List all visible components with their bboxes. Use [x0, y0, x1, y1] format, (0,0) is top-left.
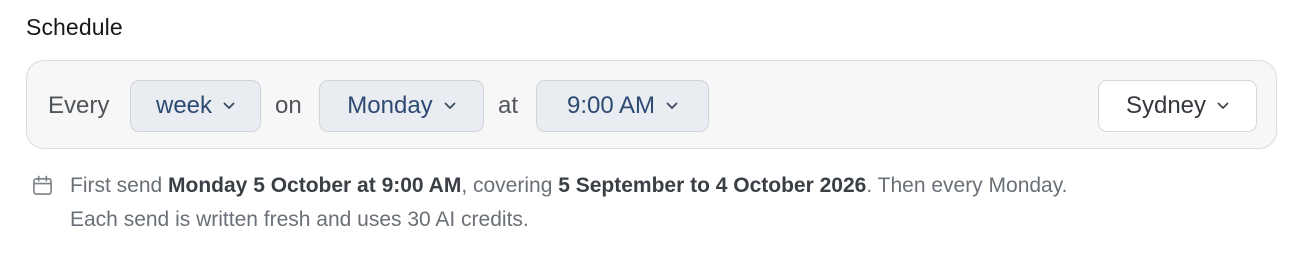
timezone-value: Sydney	[1125, 92, 1207, 119]
timezone-select[interactable]: Sydney	[1098, 80, 1257, 132]
first-send-date: Monday 5 October at 9:00 AM	[168, 174, 462, 197]
section-title: Schedule	[26, 14, 123, 40]
first-send-prefix: First send	[70, 174, 169, 197]
day-value: Monday	[347, 92, 433, 119]
covering-range: 5 September to 4 October 2026	[558, 174, 867, 197]
at-label: at	[498, 92, 519, 119]
day-select[interactable]: Monday	[319, 80, 484, 132]
chevron-down-icon	[666, 102, 678, 109]
chevron-down-icon	[223, 102, 235, 109]
time-value: 9:00 AM	[566, 92, 656, 119]
summary-line-1: First send Monday 5 October at 9:00 AM, …	[70, 174, 1068, 198]
schedule-bar: Every week on Monday at 9:00 AM Sydney	[26, 60, 1277, 149]
then-text: . Then every Monday.	[866, 174, 1068, 197]
chevron-down-icon	[1217, 102, 1229, 109]
frequency-select[interactable]: week	[130, 80, 261, 132]
chevron-down-icon	[444, 102, 456, 109]
every-label: Every	[48, 92, 110, 119]
summary-line-2: Each send is written fresh and uses 30 A…	[70, 208, 529, 231]
covering-prefix: , covering	[461, 174, 559, 197]
on-label: on	[275, 92, 302, 119]
time-select[interactable]: 9:00 AM	[536, 80, 709, 132]
calendar-icon	[33, 175, 52, 195]
frequency-value: week	[155, 92, 213, 119]
